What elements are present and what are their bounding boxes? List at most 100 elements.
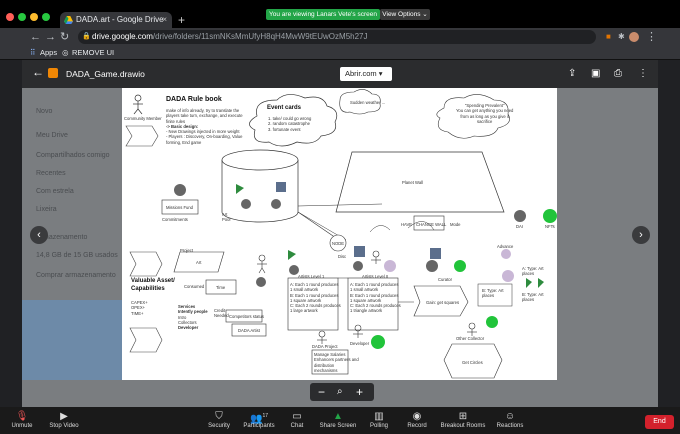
- valuable-assets-title: Valuable Asset/ Capabilities: [131, 278, 175, 292]
- window-maximize-dot[interactable]: [42, 13, 50, 21]
- type-art-label-2: B: Type: Art places: [482, 288, 504, 299]
- window-close-dot[interactable]: [6, 13, 14, 21]
- dai-dot: [514, 210, 526, 222]
- drive-buy-storage[interactable]: Comprar armazenamento: [36, 272, 116, 279]
- curator-label: Curator: [438, 277, 452, 282]
- diagram-canvas[interactable]: DADA Rule book Community Member make of …: [122, 88, 557, 380]
- security-button[interactable]: ⛉ Security: [204, 410, 234, 429]
- zoom-in-button[interactable]: +: [356, 384, 363, 400]
- stick-figure: [371, 250, 381, 264]
- disc-label: Disc: [338, 254, 347, 259]
- community-member-icon: [133, 94, 143, 115]
- menu-dots-icon[interactable]: ⋮: [646, 30, 657, 44]
- window-minimize-dot[interactable]: [30, 13, 38, 21]
- address-bar[interactable]: 🔒 drive.google.com/drive/folders/11smNKs…: [78, 30, 596, 44]
- zoom-search-icon[interactable]: ⌕: [337, 384, 343, 400]
- bookmarks-bar: ⠿ Apps ◎ REMOVE UI: [0, 46, 680, 60]
- breakout-rooms-button[interactable]: ⊞ Breakout Rooms: [438, 410, 488, 429]
- next-page-button[interactable]: ›: [632, 226, 650, 244]
- art-pool-cylinder: [221, 149, 299, 223]
- new-tab-button[interactable]: +: [178, 12, 185, 28]
- zoom-out-button[interactable]: −: [318, 384, 325, 400]
- polling-label: Polling: [369, 423, 388, 429]
- artists-level2-list: A: Each 1 round produces 1 small artwork B…: [350, 282, 401, 314]
- google-drive-icon: [64, 16, 73, 24]
- gray-dot: [426, 260, 438, 272]
- open-with-button[interactable]: Abrir.com ▾: [340, 67, 392, 81]
- share-screen-label: Share Screen: [319, 423, 357, 429]
- chat-button[interactable]: ▭ Chat: [286, 410, 308, 429]
- chevron-shape: [129, 327, 163, 353]
- extension-icon[interactable]: ■: [606, 30, 611, 44]
- apps-grid-icon[interactable]: ⠿: [30, 47, 36, 59]
- drive-my-drive[interactable]: Meu Drive: [36, 132, 68, 139]
- event-cards-list: 1. take/ could go wrong 2. random catastr…: [268, 116, 312, 132]
- tab-title: DADA.art - Google Drive: [76, 15, 164, 24]
- planet-wall-label: Planet Wall: [402, 180, 424, 185]
- participants-button[interactable]: 👥17 Participants: [240, 410, 278, 429]
- comment-icon[interactable]: ▣: [591, 68, 600, 80]
- prev-page-button[interactable]: ‹: [30, 226, 48, 244]
- drive-starred[interactable]: Com estrela: [36, 188, 74, 195]
- view-options-button[interactable]: View Options ⌄: [380, 9, 430, 20]
- add-to-drive-icon[interactable]: ⇪: [568, 68, 576, 80]
- shield-check-icon: [18, 13, 26, 21]
- drive-recent[interactable]: Recentes: [36, 170, 66, 177]
- cylinder-dot: [241, 199, 251, 209]
- video-camera-icon: ▶: [60, 411, 68, 422]
- competitors-label: Competitors status: [229, 314, 264, 319]
- time-label: Time: [216, 285, 226, 290]
- polling-button[interactable]: ▥ Polling: [366, 410, 392, 429]
- reactions-button[interactable]: ☺ Reactions: [494, 410, 526, 429]
- browser-toolbar: ← → ↻ 🔒 drive.google.com/drive/folders/1…: [0, 28, 680, 46]
- purple-dot: [502, 270, 514, 282]
- microphone-muted-icon: 🎙: [15, 411, 29, 422]
- record-icon: ◉: [412, 411, 422, 422]
- type-art-label-3: B: Type: Art places: [522, 292, 544, 303]
- stop-video-button[interactable]: ▶ Stop Video: [46, 410, 82, 429]
- services-list: Services Intently people Intro Collectors De…: [178, 304, 208, 330]
- browser-tab[interactable]: DADA.art - Google Drive ×: [60, 12, 172, 28]
- green-dot: [486, 316, 498, 328]
- missions-dot: [174, 184, 186, 196]
- participant-count: 17: [262, 413, 268, 419]
- stop-video-label: Stop Video: [49, 423, 79, 429]
- puzzle-icon[interactable]: ✱: [618, 30, 625, 44]
- drive-new[interactable]: Novo: [36, 108, 52, 115]
- end-meeting-button[interactable]: End: [645, 415, 674, 429]
- type-art-label-1: A: Type: Art places: [522, 266, 544, 277]
- profile-avatar[interactable]: [629, 32, 639, 42]
- missions-fund-label: Missions Fund: [166, 205, 193, 210]
- bookmark-apps[interactable]: Apps: [40, 47, 57, 59]
- chat-label: Chat: [290, 423, 304, 429]
- node-label: NODE: [332, 241, 345, 246]
- record-label: Record: [407, 423, 427, 429]
- change-wall-label: CHANGE WALL: [416, 222, 447, 227]
- green-dot: [371, 335, 385, 349]
- dada-artist-label: DADA Artist: [238, 328, 260, 333]
- green-flag: [538, 278, 544, 288]
- drive-trash[interactable]: Lixeira: [36, 206, 57, 213]
- credit-needed-label: Credit Needed: [214, 308, 229, 319]
- developer-label: Developer: [350, 341, 370, 346]
- drive-shared[interactable]: Compartilhados comigo: [36, 152, 110, 159]
- event-cards-title: Event cards: [267, 105, 302, 111]
- record-button[interactable]: ◉ Record: [404, 410, 430, 429]
- other-collector-label: Other Collector: [456, 336, 485, 341]
- tab-close-icon[interactable]: ×: [162, 12, 167, 28]
- chevron-shape: [129, 251, 163, 277]
- back-icon[interactable]: ←: [30, 30, 41, 44]
- forward-icon[interactable]: →: [45, 30, 56, 44]
- stick-figure: [317, 330, 327, 344]
- share-screen-button[interactable]: ▲ Share Screen: [318, 410, 358, 429]
- commitments-label: Commitments: [162, 217, 188, 222]
- breakout-rooms-icon: ⊞: [458, 411, 468, 422]
- zoom-controls: − ⌕ +: [310, 383, 374, 401]
- unmute-button[interactable]: 🎙 Unmute: [8, 410, 36, 429]
- more-options-icon[interactable]: ⋮: [638, 68, 648, 80]
- back-arrow-icon[interactable]: ←: [32, 66, 44, 78]
- reload-icon[interactable]: ↻: [60, 30, 69, 44]
- spending-prevalent-text: "Spending Prevalent" You can get anything…: [456, 103, 514, 124]
- bookmark-remove-ui[interactable]: REMOVE UI: [72, 47, 114, 59]
- print-icon[interactable]: ⎙: [614, 68, 622, 80]
